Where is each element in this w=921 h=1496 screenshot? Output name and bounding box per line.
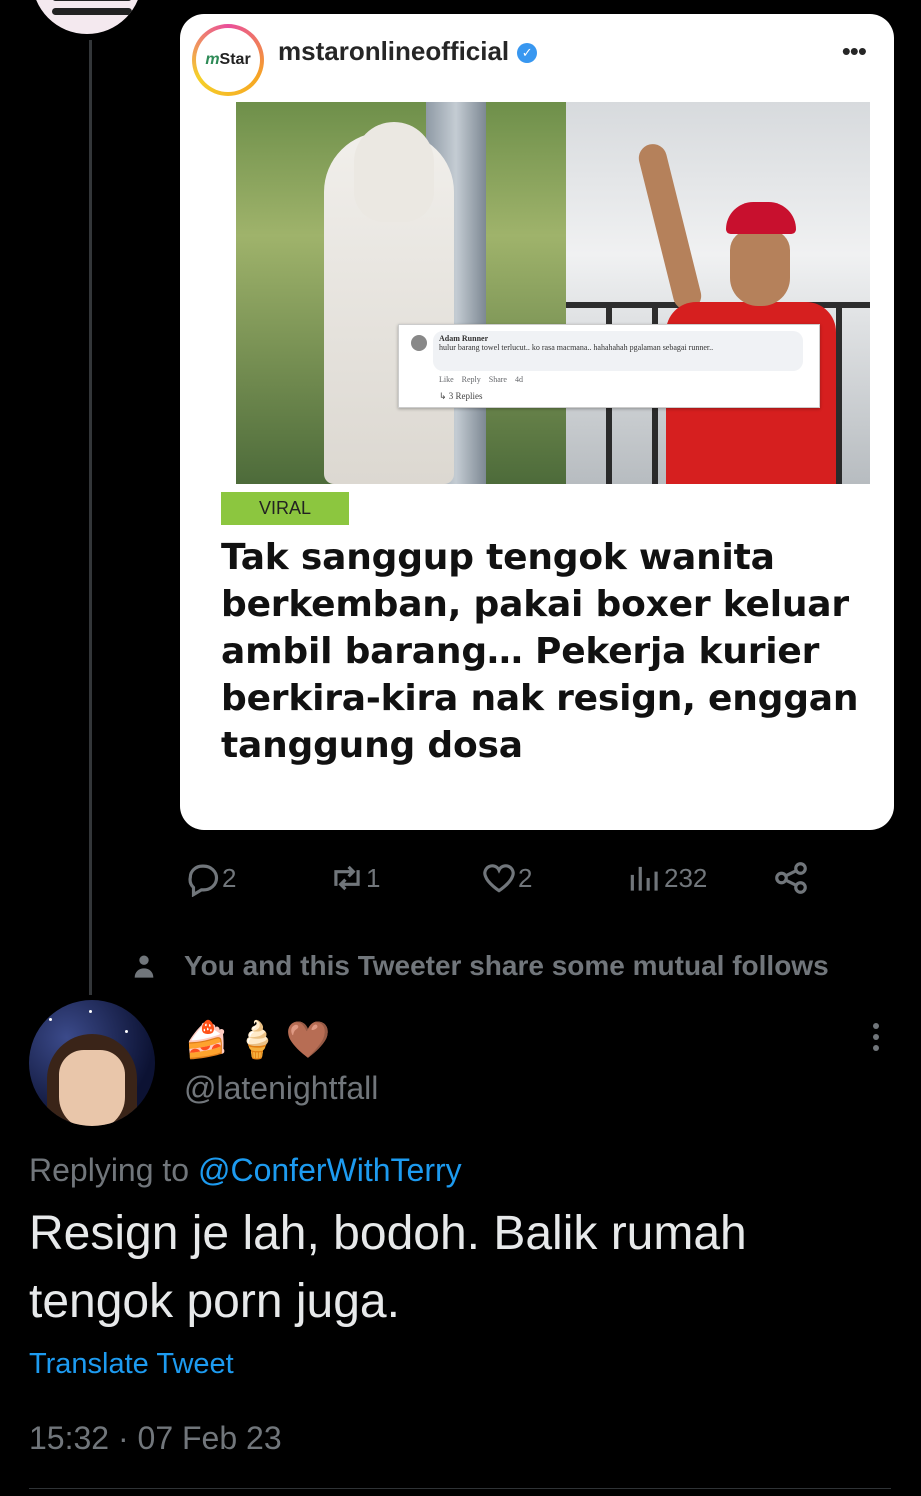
heart-icon bbox=[483, 864, 515, 893]
cake-emoji: 🍰 bbox=[184, 1019, 229, 1060]
viral-tag: VIRAL bbox=[221, 492, 349, 525]
embedded-post-header: m Star mstaronlineofficial ✓ ••• bbox=[180, 14, 894, 96]
brown-heart-emoji: 🤎 bbox=[285, 1019, 331, 1060]
reply-author-avatar[interactable] bbox=[29, 1000, 155, 1126]
translate-tweet-link[interactable]: Translate Tweet bbox=[29, 1348, 234, 1381]
reply-button[interactable]: 2 bbox=[184, 856, 236, 900]
thread-connector-line bbox=[89, 40, 92, 995]
news-headline: Tak sanggup tengok wanita berkemban, pak… bbox=[221, 537, 859, 766]
retweet-button[interactable]: 1 bbox=[328, 856, 380, 900]
screenshot-comment: Adam Runner hulur barang towel terlucut.… bbox=[398, 324, 820, 408]
replying-to-mention[interactable]: @ConferWithTerry bbox=[198, 1152, 462, 1188]
divider bbox=[29, 1488, 891, 1489]
share-icon bbox=[775, 862, 807, 894]
comment-text: hulur barang towel terlucut.. ko rasa ma… bbox=[439, 343, 714, 352]
comment-actions: Like Reply Share 4d bbox=[439, 375, 523, 384]
replying-to-label: Replying to bbox=[29, 1152, 190, 1188]
comment-replies: ↳ 3 Replies bbox=[439, 391, 483, 401]
reply-handle[interactable]: @latenightfall bbox=[184, 1070, 378, 1107]
replying-to-line: Replying to @ConferWithTerry bbox=[29, 1152, 462, 1189]
view-count: 232 bbox=[664, 862, 708, 893]
verified-badge-icon: ✓ bbox=[517, 43, 538, 63]
avatar-face bbox=[59, 1050, 125, 1126]
ellipsis-horizontal-icon: ••• bbox=[841, 36, 867, 66]
towel-head bbox=[354, 122, 434, 222]
retweet-icon bbox=[334, 865, 360, 891]
previous-author-avatar[interactable] bbox=[32, 0, 142, 34]
commenter-avatar bbox=[411, 335, 427, 351]
commenter-name: Adam Runner bbox=[439, 334, 489, 343]
tweet-media-image[interactable]: m Star mstaronlineofficial ✓ ••• Adam Runn… bbox=[180, 14, 894, 830]
mstar-logo: m Star bbox=[192, 24, 264, 96]
news-photo: Adam Runner hulur barang towel terlucut.… bbox=[236, 102, 870, 484]
embedded-account-name: mstaronlineofficial ✓ bbox=[278, 36, 538, 67]
tweet-action-bar: 2 1 2 232 bbox=[0, 856, 921, 900]
comment-bubble: Adam Runner hulur barang towel terlucut.… bbox=[433, 331, 803, 371]
retweet-count: 1 bbox=[366, 862, 381, 893]
ice-cream-emoji: 🍦 bbox=[234, 1019, 280, 1060]
blurred-face bbox=[730, 230, 790, 306]
person-icon bbox=[134, 955, 154, 978]
reply-count: 2 bbox=[222, 862, 237, 893]
mutual-follows-text: You and this Tweeter share some mutual f… bbox=[184, 950, 829, 981]
share-button[interactable] bbox=[772, 856, 810, 900]
mutual-follows-notice: You and this Tweeter share some mutual f… bbox=[130, 946, 829, 986]
more-options-icon[interactable] bbox=[862, 1020, 890, 1056]
views-button[interactable]: 232 bbox=[626, 856, 707, 900]
reply-tweet-text: Resign je lah, bodoh. Balik rumah tengok… bbox=[29, 1207, 747, 1328]
reply-display-name[interactable]: 🍰 🍦 🤎 bbox=[184, 1018, 336, 1062]
red-cap bbox=[726, 202, 796, 234]
like-button[interactable]: 2 bbox=[480, 856, 532, 900]
like-count: 2 bbox=[518, 862, 533, 893]
analytics-icon bbox=[630, 866, 658, 891]
photo-left-panel bbox=[236, 102, 566, 484]
tweet-timestamp[interactable]: 15:32 · 07 Feb 23 bbox=[29, 1420, 282, 1457]
reply-icon bbox=[188, 864, 219, 897]
